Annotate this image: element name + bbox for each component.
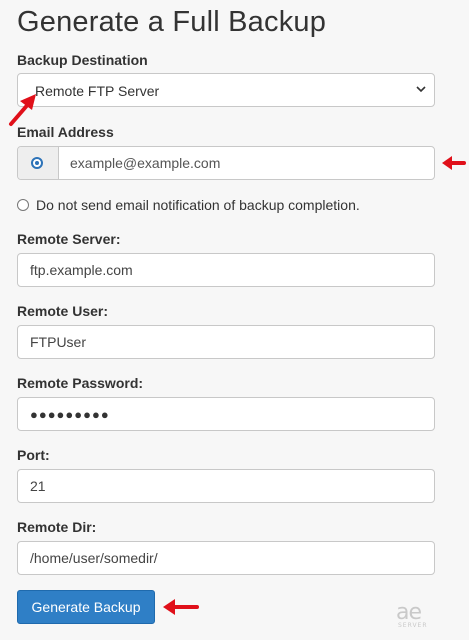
- remote-user-label: Remote User:: [17, 303, 109, 319]
- remote-dir-input[interactable]: /home/user/somedir/: [17, 541, 435, 575]
- email-field[interactable]: example@example.com: [70, 155, 220, 171]
- chevron-down-icon: [416, 86, 426, 93]
- page-title: Generate a Full Backup: [17, 6, 327, 38]
- port-value: 21: [30, 478, 46, 494]
- remote-server-input[interactable]: ftp.example.com: [17, 253, 435, 287]
- watermark-sub: SERVER: [398, 622, 428, 629]
- port-input[interactable]: 21: [17, 469, 435, 503]
- remote-server-value: ftp.example.com: [30, 262, 133, 278]
- remote-password-value: ●●●●●●●●●: [30, 407, 110, 422]
- radio-checked-icon[interactable]: [31, 157, 43, 169]
- port-label: Port:: [17, 447, 50, 463]
- remote-password-input[interactable]: ●●●●●●●●●: [17, 397, 435, 431]
- backup-destination-label: Backup Destination: [17, 52, 148, 68]
- remote-password-label: Remote Password:: [17, 375, 144, 391]
- remote-user-input[interactable]: FTPUser: [17, 325, 435, 359]
- backup-destination-value: Remote FTP Server: [35, 83, 160, 99]
- generate-backup-button[interactable]: Generate Backup: [17, 590, 155, 624]
- remote-dir-value: /home/user/somedir/: [30, 550, 158, 566]
- email-address-label: Email Address: [17, 124, 114, 140]
- watermark-logo: ae SERVER: [396, 600, 436, 634]
- backup-destination-select[interactable]: Remote FTP Server: [17, 73, 435, 107]
- red-arrow-annotation: [442, 156, 466, 170]
- remote-user-value: FTPUser: [30, 334, 86, 350]
- no-email-label: Do not send email notification of backup…: [36, 197, 360, 213]
- red-arrow-annotation: [9, 94, 36, 126]
- remote-server-label: Remote Server:: [17, 231, 121, 247]
- remote-dir-label: Remote Dir:: [17, 519, 97, 535]
- email-field-group: example@example.com: [17, 146, 435, 180]
- email-radio-addon[interactable]: [18, 147, 59, 179]
- backup-form-page: Generate a Full Backup Backup Destinatio…: [0, 0, 469, 640]
- radio-unchecked-icon[interactable]: [17, 199, 29, 211]
- red-arrow-annotation: [163, 599, 199, 615]
